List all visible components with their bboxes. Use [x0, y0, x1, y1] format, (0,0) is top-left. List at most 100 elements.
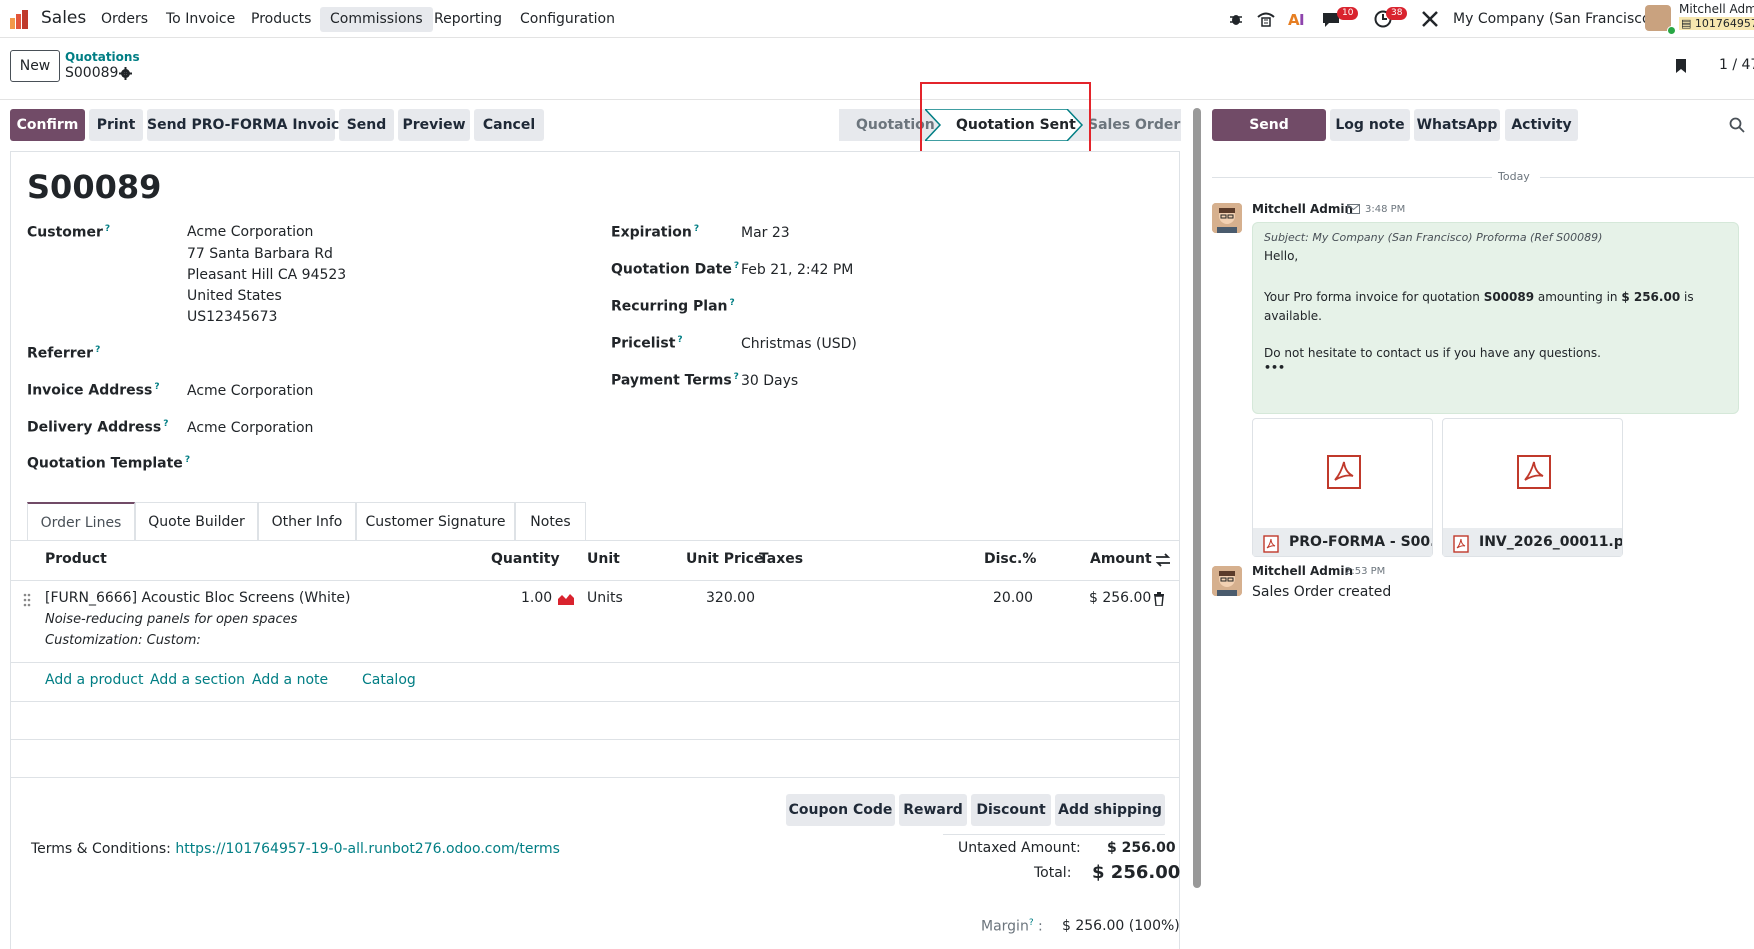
send-message-button[interactable]: Send message — [1212, 109, 1326, 165]
col-amount[interactable]: Amount — [1090, 551, 1152, 567]
col-unit-price[interactable]: Unit Price — [686, 551, 763, 567]
line-unit-price[interactable]: 320.00 — [706, 590, 755, 606]
menu-reporting[interactable]: Reporting — [424, 7, 512, 32]
attachment-card[interactable]: INV_2026_00011.pdf — [1442, 418, 1623, 557]
message-author[interactable]: Mitchell Admin — [1252, 202, 1353, 216]
message-body: Sales Order created — [1252, 584, 1392, 600]
ai-icon[interactable]: AI — [1288, 10, 1308, 28]
row-divider — [10, 739, 1180, 740]
log-note-button[interactable]: Log note — [1330, 109, 1410, 141]
send-button[interactable]: Send — [339, 109, 394, 141]
tab-quote-builder[interactable]: Quote Builder — [135, 502, 258, 540]
author-avatar[interactable] — [1212, 203, 1242, 233]
message-body: Your Pro forma invoice for quotation S00… — [1264, 288, 1704, 326]
company-switcher[interactable]: My Company (San Francisco) — [1443, 7, 1666, 32]
stage-sales-order[interactable]: Sales Order — [1088, 109, 1180, 141]
confirm-button[interactable]: Confirm — [10, 109, 85, 141]
drag-handle-icon[interactable] — [23, 593, 31, 607]
menu-commissions[interactable]: Commissions — [320, 7, 433, 32]
quotation-template-field[interactable] — [187, 455, 487, 475]
expand-message-button[interactable]: ••• — [1264, 361, 1285, 374]
invoice-address-field[interactable]: Acme Corporation — [187, 383, 313, 399]
trash-icon[interactable] — [1153, 592, 1165, 606]
sales-app-icon[interactable] — [10, 9, 30, 29]
menu-orders[interactable]: Orders — [91, 7, 158, 32]
line-unit[interactable]: Units — [587, 590, 623, 606]
add-shipping-button[interactable]: Add shipping — [1055, 794, 1165, 826]
coupon-code-button[interactable]: Coupon Code — [786, 794, 895, 826]
activity-button[interactable]: Activity — [1505, 109, 1578, 141]
preview-button[interactable]: Preview — [398, 109, 470, 141]
col-discount[interactable]: Disc.% — [984, 551, 1036, 567]
reward-button[interactable]: Reward — [899, 794, 967, 826]
breadcrumb-quotations[interactable]: Quotations — [65, 50, 140, 64]
app-name[interactable]: Sales — [31, 6, 96, 31]
col-product[interactable]: Product — [45, 551, 107, 567]
send-proforma-button[interactable]: Send PRO-FORMA Invoice — [147, 109, 349, 141]
menu-to-invoice[interactable]: To Invoice — [156, 7, 245, 32]
pdf-file-icon — [1327, 455, 1361, 489]
quotation-date-field[interactable]: Feb 21, 2:42 PM — [741, 262, 853, 278]
discount-button[interactable]: Discount — [971, 794, 1051, 826]
customer-name[interactable]: Acme Corporation — [187, 224, 313, 240]
line-customization: Customization: Custom: — [45, 633, 201, 648]
phone-icon[interactable] — [1256, 10, 1276, 28]
referrer-field[interactable] — [187, 345, 487, 365]
payment-terms-field[interactable]: 30 Days — [741, 373, 798, 389]
customer-country: United States — [187, 288, 282, 304]
help-icon[interactable]: ? — [734, 261, 739, 271]
customer-label-text: Customer — [27, 224, 103, 241]
pager[interactable]: 1 / 47 — [1719, 57, 1754, 73]
help-icon[interactable]: ? — [95, 345, 100, 355]
column-options-icon[interactable] — [1155, 553, 1171, 567]
tools-icon[interactable] — [1421, 10, 1439, 28]
help-icon[interactable]: ? — [729, 298, 734, 308]
recurring-plan-field[interactable] — [741, 298, 1041, 318]
help-icon[interactable]: ? — [163, 419, 168, 429]
totals-divider — [943, 834, 1165, 835]
author-avatar[interactable] — [1212, 566, 1242, 596]
add-section-link[interactable]: Add a section — [150, 672, 245, 688]
expiration-label-text: Expiration — [611, 224, 692, 241]
add-note-link[interactable]: Add a note — [252, 672, 328, 688]
margin-label: Margin? : — [981, 918, 1043, 935]
col-taxes[interactable]: Taxes — [759, 551, 803, 567]
help-icon[interactable]: ? — [734, 372, 739, 382]
gear-icon[interactable] — [119, 67, 132, 80]
col-quantity[interactable]: Quantity — [491, 551, 560, 567]
attachment-card[interactable]: PRO-FORMA - S00... — [1252, 418, 1433, 557]
bug-icon[interactable] — [1228, 11, 1244, 27]
terms-url-link[interactable]: https://101764957-19-0-all.runbot276.odo… — [175, 841, 560, 857]
tab-order-lines[interactable]: Order Lines — [27, 502, 135, 540]
add-product-link[interactable]: Add a product — [45, 672, 143, 688]
whatsapp-button[interactable]: WhatsApp — [1414, 109, 1500, 141]
line-discount[interactable]: 20.00 — [993, 590, 1033, 606]
print-button[interactable]: Print — [89, 109, 143, 141]
cancel-button[interactable]: Cancel — [474, 109, 544, 141]
tab-notes[interactable]: Notes — [515, 502, 586, 540]
catalog-link[interactable]: Catalog — [362, 672, 416, 688]
help-icon[interactable]: ? — [1029, 918, 1034, 928]
user-name[interactable]: Mitchell Admi — [1679, 2, 1754, 16]
forecast-chart-icon[interactable] — [558, 592, 574, 605]
form-scrollbar[interactable] — [1193, 108, 1201, 888]
line-quantity[interactable]: 1.00 — [521, 590, 552, 606]
pricelist-field[interactable]: Christmas (USD) — [741, 336, 857, 352]
tab-other-info[interactable]: Other Info — [258, 502, 356, 540]
line-description: Noise-reducing panels for open spaces — [45, 612, 298, 627]
delivery-address-field[interactable]: Acme Corporation — [187, 420, 313, 436]
message-author[interactable]: Mitchell Admin — [1252, 564, 1353, 578]
help-icon[interactable]: ? — [677, 335, 682, 345]
new-button[interactable]: New — [10, 50, 60, 82]
help-icon[interactable]: ? — [694, 224, 699, 234]
help-icon[interactable]: ? — [154, 382, 159, 392]
line-product[interactable]: [FURN_6666] Acoustic Bloc Screens (White… — [45, 590, 351, 606]
search-icon[interactable] — [1729, 117, 1745, 133]
expiration-field[interactable]: Mar 23 — [741, 225, 790, 241]
tab-customer-signature[interactable]: Customer Signature — [356, 502, 515, 540]
help-icon[interactable]: ? — [105, 224, 110, 234]
menu-products[interactable]: Products — [241, 7, 321, 32]
bookmark-icon[interactable] — [1675, 58, 1689, 74]
col-unit[interactable]: Unit — [587, 551, 620, 567]
menu-configuration[interactable]: Configuration — [510, 7, 625, 32]
